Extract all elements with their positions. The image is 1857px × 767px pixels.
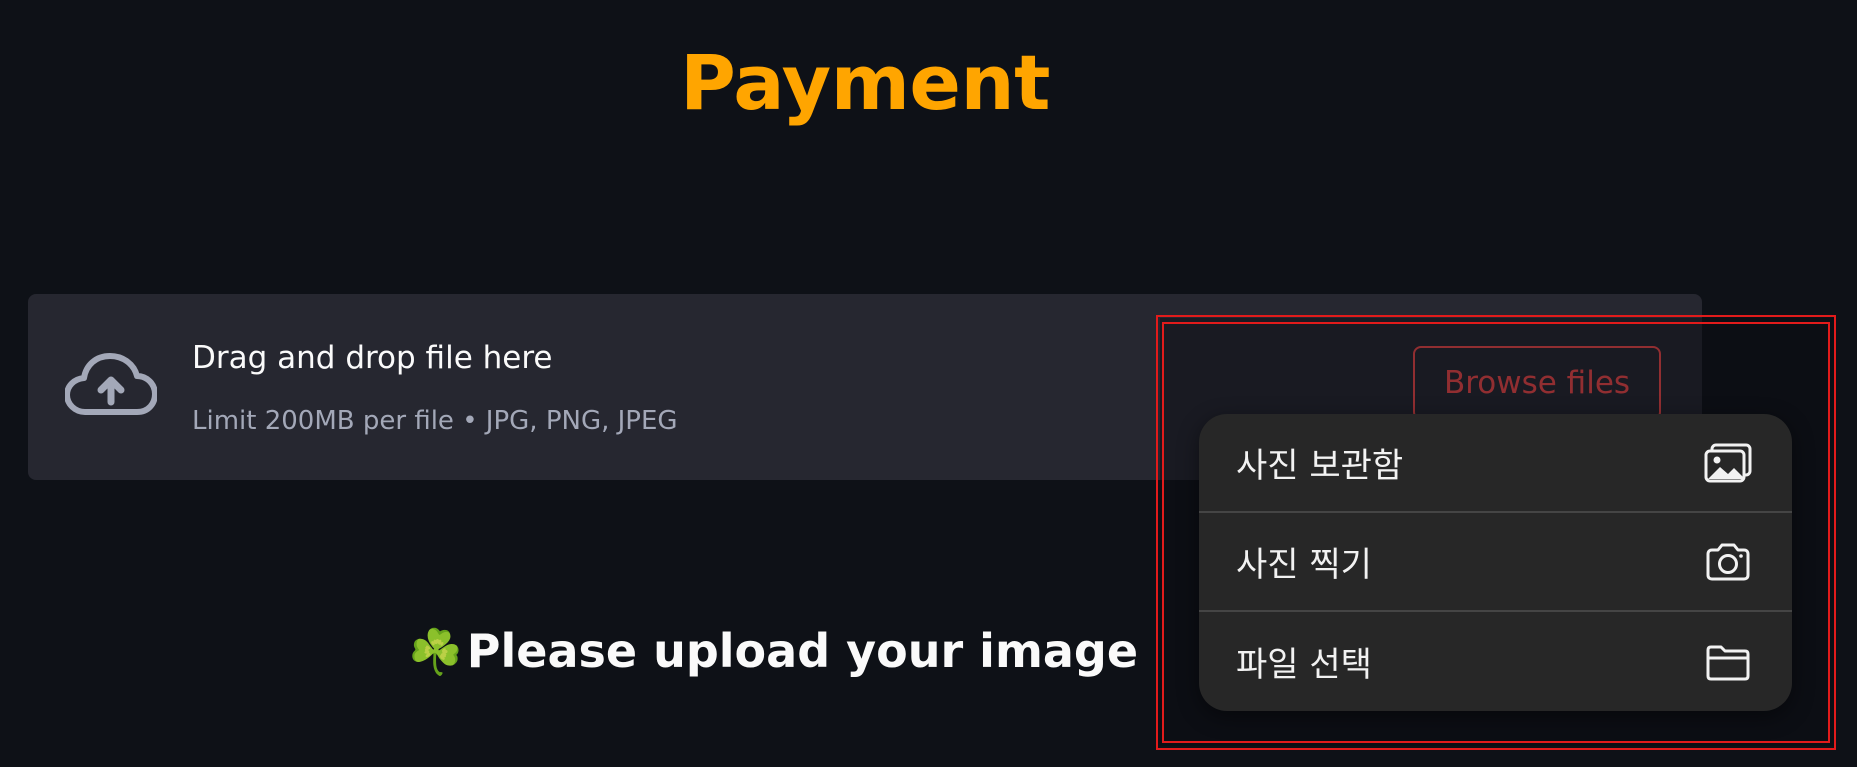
menu-item-label: 사진 보관함 [1236,446,1404,486]
menu-item-take-photo[interactable]: 사진 찍기 [1199,513,1792,612]
upload-hint-label: Please upload your image file fi [466,624,1148,678]
drag-drop-label: Drag and drop file here [192,340,553,376]
menu-item-label: 파일 선택 [1236,645,1372,685]
folder-icon [1704,642,1752,682]
cloud-upload-icon [65,353,157,415]
clover-icon: ☘️ [408,627,463,678]
file-limit-label: Limit 200MB per file • JPG, PNG, JPEG [192,406,678,436]
browse-files-button[interactable]: Browse files [1413,346,1661,420]
photo-library-icon [1704,443,1752,483]
menu-item-choose-file[interactable]: 파일 선택 [1199,612,1792,711]
menu-item-label: 사진 찍기 [1236,545,1372,585]
upload-hint-text: ☘️Please upload your image file fi [408,624,1148,678]
page-title: Payment [680,38,1050,127]
file-source-menu: 사진 보관함 사진 찍기 파일 선택 [1199,414,1792,711]
camera-icon [1704,542,1752,582]
menu-item-photo-library[interactable]: 사진 보관함 [1199,414,1792,513]
